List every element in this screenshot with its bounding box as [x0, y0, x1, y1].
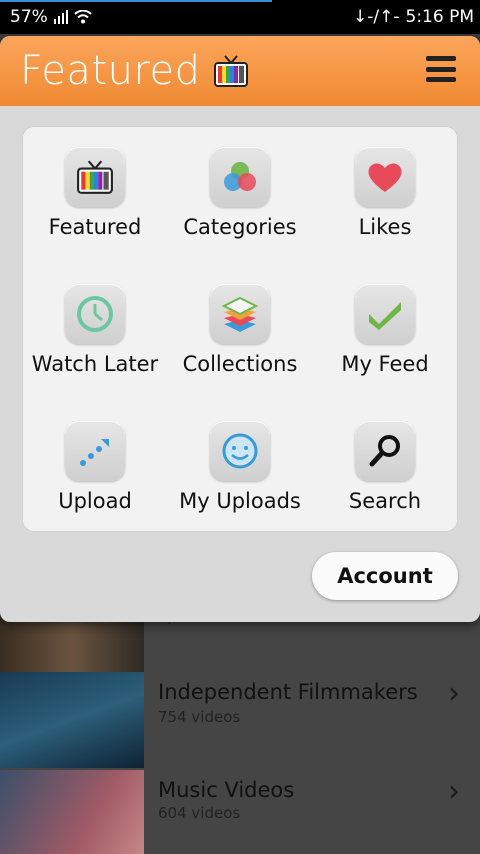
search-icon [369, 435, 400, 467]
menu-item-label: My Uploads [179, 489, 301, 513]
chevron-right-icon: › [448, 676, 460, 711]
status-progress-line [0, 0, 272, 2]
upload-icon [80, 439, 109, 466]
menu-item-label: Likes [358, 215, 412, 239]
menu-item-label: My Feed [341, 352, 429, 376]
wifi-icon [74, 10, 92, 24]
menu-item-label: Collections [182, 352, 298, 376]
thumbnail [0, 770, 144, 854]
menu-item-label: Categories [183, 215, 297, 239]
data-activity: ↓-/↑- [353, 7, 400, 27]
thumbnail [0, 672, 144, 768]
tv-icon [77, 160, 113, 194]
menu-item-featured[interactable]: Featured [22, 126, 168, 262]
menu-item-my-uploads[interactable]: My Uploads [167, 400, 313, 536]
menu-header: Featured [0, 36, 480, 106]
video-count: 604 videos [158, 804, 241, 822]
icon-tile [65, 284, 125, 344]
menu-grid: Featured Categories Likes Watch Later Co… [22, 126, 458, 532]
checkmark-icon [369, 302, 401, 330]
tv-icon [213, 55, 248, 87]
icon-tile [355, 284, 415, 344]
icon-tile [210, 147, 270, 207]
menu-item-upload[interactable]: Upload [22, 400, 168, 536]
battery-level: 57% [10, 7, 48, 27]
category-list: 2,000 videos Independent Filmmakers 754 … [0, 600, 480, 854]
list-item-title: Independent Filmmakers [158, 680, 418, 704]
list-item-title: Music Videos [158, 778, 295, 802]
heart-icon [368, 163, 402, 192]
icon-tile [355, 421, 415, 481]
clock-time: 5:16 PM [405, 7, 475, 27]
categories-icon [224, 162, 256, 191]
menu-item-search[interactable]: Search [312, 400, 458, 536]
chevron-right-icon: › [448, 774, 460, 809]
icon-tile [65, 147, 125, 207]
list-item[interactable]: Music Videos 604 videos › [0, 770, 480, 854]
page-title: Featured [20, 48, 201, 94]
layers-icon [221, 296, 259, 332]
menu-item-categories[interactable]: Categories [167, 126, 313, 262]
menu-item-my-feed[interactable]: My Feed [312, 263, 458, 399]
clock-icon [77, 296, 113, 332]
menu-item-label: Upload [58, 489, 132, 513]
list-item[interactable]: Independent Filmmakers 754 videos › [0, 672, 480, 768]
menu-item-label: Featured [48, 215, 142, 239]
menu-item-watch-later[interactable]: Watch Later [22, 263, 168, 399]
video-count: 754 videos [158, 708, 241, 726]
signal-icon [53, 10, 68, 24]
smiley-icon [222, 433, 258, 469]
hamburger-menu-button[interactable] [426, 56, 456, 82]
menu-item-collections[interactable]: Collections [167, 263, 313, 399]
menu-item-label: Watch Later [31, 352, 159, 376]
navigation-menu: Featured Featured Categories Likes Watch… [0, 36, 480, 622]
status-bar: 57% ↓-/↑- 5:16 PM [0, 0, 480, 34]
menu-item-label: Search [348, 489, 422, 513]
account-button[interactable]: Account [312, 552, 458, 600]
icon-tile [65, 421, 125, 481]
icon-tile [355, 147, 415, 207]
menu-item-likes[interactable]: Likes [312, 126, 458, 262]
icon-tile [210, 421, 270, 481]
icon-tile [210, 284, 270, 344]
